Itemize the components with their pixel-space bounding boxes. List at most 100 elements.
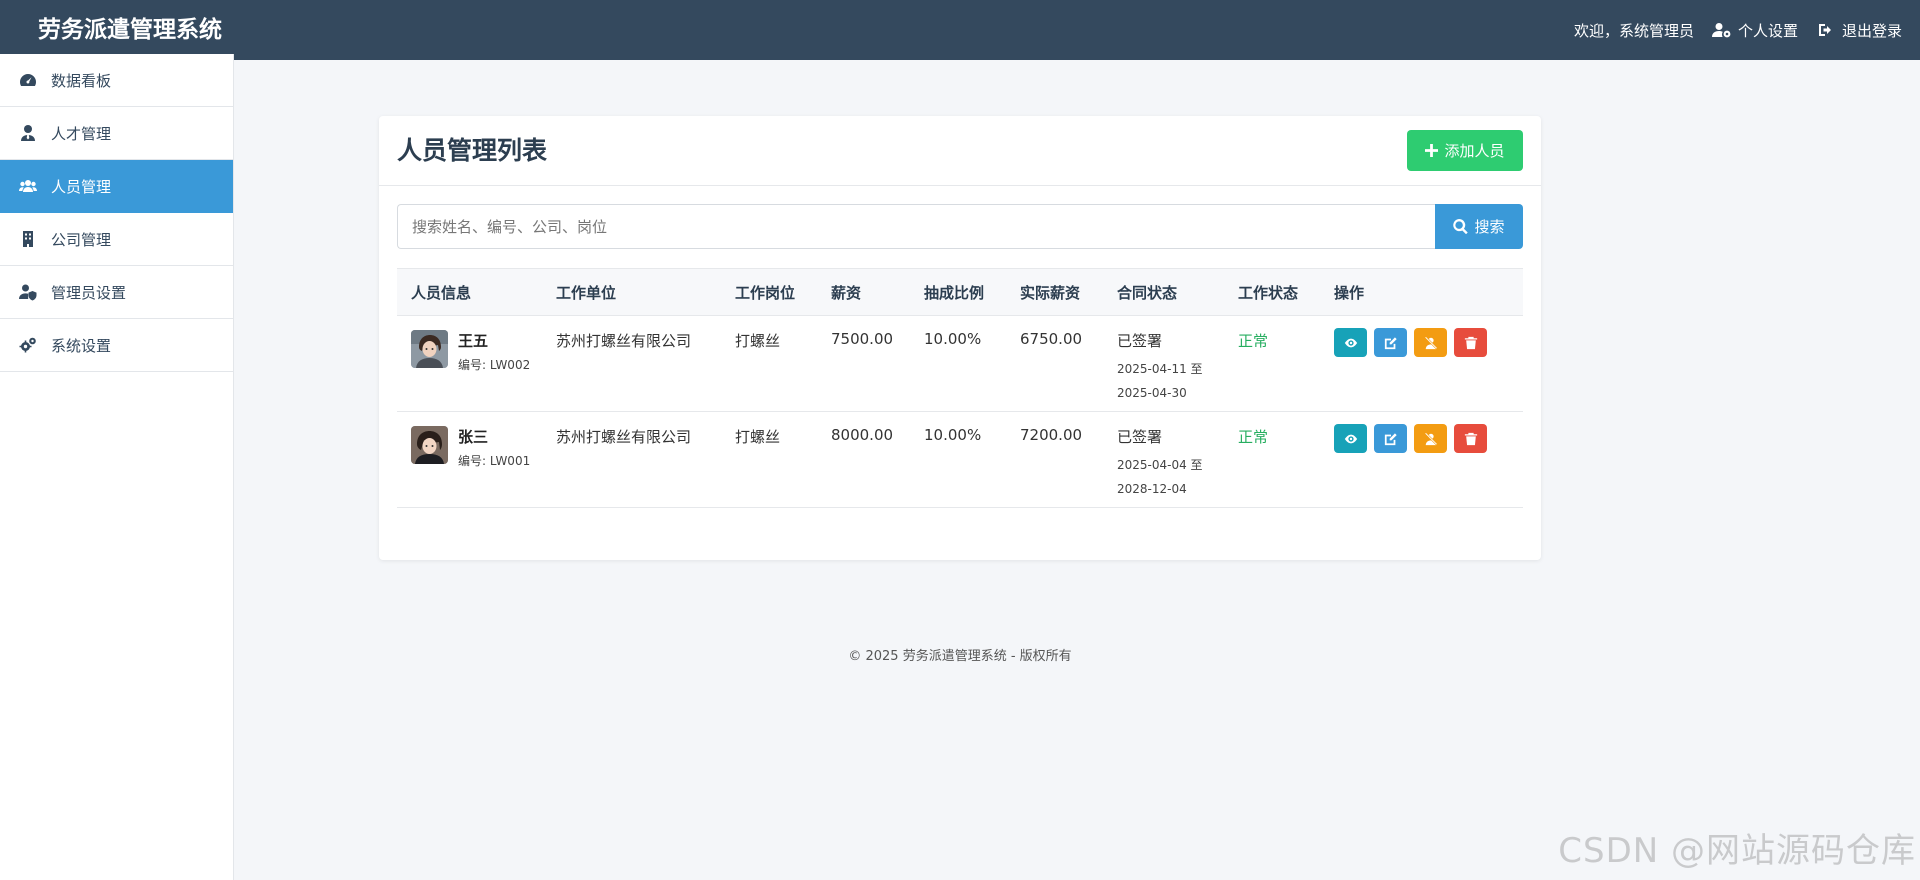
edit-button[interactable] [1374,328,1407,357]
edit-icon [1384,336,1397,349]
contract-end: 2025-04-30 [1117,386,1187,400]
trash-icon [1464,336,1477,349]
top-bar: 劳务派遣管理系统 欢迎，系统管理员 个人设置 退出登录 [0,0,1920,60]
search-button-label: 搜索 [1474,218,1505,236]
row-actions [1334,328,1523,357]
user-slash-icon [1424,335,1438,349]
sidebar-item-dashboard[interactable]: 数据看板 [0,54,233,107]
avatar [411,426,448,464]
top-right-menu: 欢迎，系统管理员 个人设置 退出登录 [1574,0,1902,60]
watermark: CSDN @网站源码仓库 [1558,831,1916,871]
column-header: 合同状态 [1117,283,1178,302]
sidebar: 数据看板 人才管理 人员管理 公司管理 管理员设置 系统设置 [0,54,234,880]
page-title: 人员管理列表 [397,136,548,165]
eye-icon [1344,338,1357,347]
salary-cell: 8000.00 [831,426,894,444]
sidebar-item-company[interactable]: 公司管理 [0,213,233,266]
welcome-text: 欢迎，系统管理员 [1573,21,1694,40]
table-header: 人员信息 工作单位 工作岗位 薪资 抽成比例 实际薪资 合同状态 工作状态 操作 [397,268,1523,316]
personnel-card: 人员管理列表 添加人员 搜索 人员信息 工作单位 工作岗位 薪资 抽成比例 实际… [379,116,1541,560]
trash-icon [1464,432,1477,445]
person-name: 王五 [458,332,489,350]
app-title: 劳务派遣管理系统 [38,17,222,43]
contract-cell: 已签署 2025-04-04 至 2028-12-04 [1117,426,1238,501]
search-button[interactable]: 搜索 [1435,204,1523,249]
sidebar-item-system[interactable]: 系统设置 [0,319,233,372]
contract-status: 已签署 [1117,428,1163,446]
column-header: 实际薪资 [1020,283,1081,302]
logout-icon [1818,24,1831,36]
toggle-status-button[interactable] [1414,424,1447,453]
contract-cell: 已签署 2025-04-11 至 2025-04-30 [1117,330,1238,405]
position-cell: 打螺丝 [735,428,781,446]
sidebar-item-label: 管理员设置 [51,283,127,302]
logout-label: 退出登录 [1841,21,1902,40]
person-code: 编号: LW002 [458,358,531,372]
sidebar-item-label: 系统设置 [51,336,112,355]
user-shield-icon [19,283,37,301]
sidebar-item-admin[interactable]: 管理员设置 [0,266,233,319]
search-icon [1453,219,1469,234]
add-person-button[interactable]: 添加人员 [1407,130,1523,171]
sidebar-item-label: 公司管理 [51,230,112,249]
commission-cell: 10.00% [924,426,982,444]
work-status: 正常 [1238,428,1269,446]
row-actions [1334,424,1523,453]
contract-status: 已签署 [1117,332,1163,350]
profile-settings-label: 个人设置 [1737,21,1798,40]
contract-start: 2025-04-11 至 [1117,362,1203,376]
user-cog-icon [1711,23,1731,38]
dashboard-icon [19,71,37,89]
position-cell: 打螺丝 [735,332,781,350]
sidebar-item-label: 人员管理 [51,177,112,196]
column-header: 工作岗位 [735,283,796,302]
sidebar-item-label: 数据看板 [51,71,112,90]
sidebar-item-talent[interactable]: 人才管理 [0,107,233,160]
add-person-label: 添加人员 [1444,142,1505,160]
card-header: 人员管理列表 添加人员 [379,116,1541,186]
profile-settings-link[interactable]: 个人设置 [1711,20,1798,41]
user-tie-icon [19,124,37,142]
search-input[interactable] [397,204,1435,249]
view-button[interactable] [1334,328,1367,357]
company-cell: 苏州打螺丝有限公司 [556,428,692,446]
toggle-status-button[interactable] [1414,328,1447,357]
contract-end: 2028-12-04 [1117,482,1187,496]
person-code: 编号: LW001 [458,454,531,468]
logout-link[interactable]: 退出登录 [1816,20,1902,41]
sidebar-item-label: 人才管理 [51,124,112,143]
company-cell: 苏州打螺丝有限公司 [556,332,692,350]
person-info: 张三 编号: LW001 [397,426,556,469]
table-row: 张三 编号: LW001 苏州打螺丝有限公司 打螺丝 8000.00 10.00… [397,412,1523,508]
column-header: 抽成比例 [924,283,985,302]
search-bar: 搜索 [397,204,1523,249]
person-name: 张三 [458,428,489,446]
cogs-icon [19,336,37,354]
contract-start: 2025-04-04 至 [1117,458,1203,472]
actual-salary-cell: 6750.00 [1020,330,1083,348]
salary-cell: 7500.00 [831,330,894,348]
building-icon [19,230,37,248]
column-header: 薪资 [831,283,862,302]
actual-salary-cell: 7200.00 [1020,426,1083,444]
column-header: 工作状态 [1238,283,1299,302]
edit-button[interactable] [1374,424,1407,453]
eye-icon [1344,434,1357,443]
person-info: 王五 编号: LW002 [397,330,556,373]
footer: © 2025 劳务派遣管理系统 - 版权所有 [848,649,1072,664]
work-status: 正常 [1238,332,1269,350]
table-row: 王五 编号: LW002 苏州打螺丝有限公司 打螺丝 7500.00 10.00… [397,316,1523,412]
user-slash-icon [1424,431,1438,445]
avatar [411,330,448,368]
column-header: 人员信息 [411,283,472,302]
sidebar-item-personnel[interactable]: 人员管理 [0,160,233,213]
column-header: 工作单位 [556,283,617,302]
delete-button[interactable] [1454,328,1487,357]
personnel-table: 人员信息 工作单位 工作岗位 薪资 抽成比例 实际薪资 合同状态 工作状态 操作… [397,268,1523,508]
commission-cell: 10.00% [924,330,982,348]
view-button[interactable] [1334,424,1367,453]
edit-icon [1384,432,1397,445]
delete-button[interactable] [1454,424,1487,453]
users-icon [19,177,37,195]
plus-icon [1425,144,1439,157]
